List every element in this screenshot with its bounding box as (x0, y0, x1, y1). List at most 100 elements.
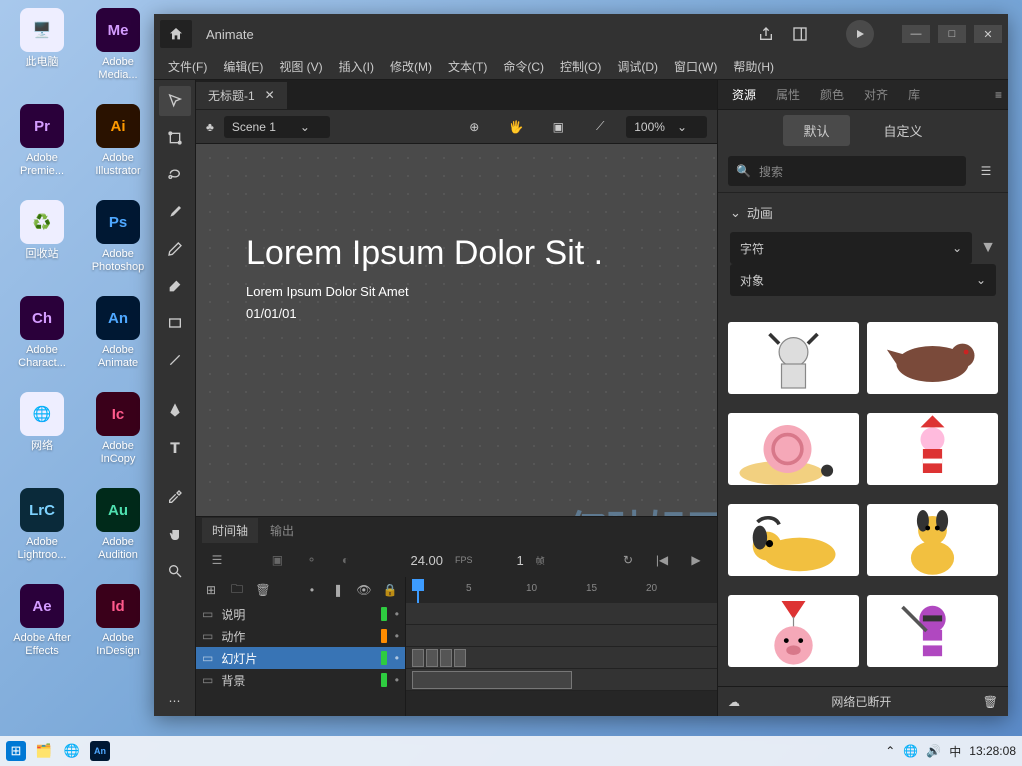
lasso-tool[interactable] (159, 160, 191, 190)
menu-item[interactable]: 命令(C) (497, 55, 550, 78)
camera-icon[interactable]: ▣ (266, 549, 288, 571)
maximize-button[interactable]: □ (938, 25, 966, 43)
desktop-icon[interactable]: AeAdobe After Effects (8, 584, 76, 672)
tab-properties[interactable]: 属性 (768, 82, 808, 107)
parent-icon[interactable]: ⚬ (300, 549, 322, 571)
delete-layer-button[interactable]: 🗑 (254, 581, 272, 599)
tab-assets[interactable]: 资源 (724, 82, 764, 107)
doc-tab-untitled[interactable]: 无标题-1 ✕ (196, 82, 287, 109)
clip-icon[interactable]: ▣ (542, 112, 574, 142)
folder-button[interactable]: 🗀 (228, 581, 246, 599)
track-row[interactable] (406, 603, 717, 625)
loop-icon[interactable]: ↻ (617, 549, 639, 571)
clock[interactable]: 13:28:08 (969, 744, 1016, 758)
add-layer-button[interactable]: ⊞ (202, 581, 220, 599)
zoom-tool[interactable] (159, 556, 191, 586)
center-stage-icon[interactable]: ⊕ (458, 112, 490, 142)
mode-custom-button[interactable]: 自定义 (864, 115, 943, 146)
menu-item[interactable]: 窗口(W) (668, 55, 723, 78)
desktop-icon[interactable]: AnAdobe Animate (84, 296, 152, 384)
playhead[interactable] (412, 579, 424, 599)
track-row[interactable] (406, 647, 717, 669)
asset-dog-sitting[interactable] (867, 504, 998, 576)
highlight-icon[interactable]: • (303, 581, 321, 599)
desktop-icon[interactable]: LrCAdobe Lightroo... (8, 488, 76, 576)
play-button[interactable] (846, 20, 874, 48)
close-button[interactable]: ✕ (974, 25, 1002, 43)
start-button[interactable]: ⊞ (6, 741, 26, 761)
desktop-icon[interactable]: AuAdobe Audition (84, 488, 152, 576)
tab-align[interactable]: 对齐 (856, 82, 896, 107)
tray-chevron-icon[interactable]: ⌃ (885, 744, 895, 758)
free-transform-tool[interactable] (159, 123, 191, 153)
scene-selector[interactable]: Scene 1 ⌄ (224, 116, 330, 138)
brush-tool[interactable] (159, 197, 191, 227)
desktop-icon[interactable]: AiAdobe Illustrator (84, 104, 152, 192)
tab-library[interactable]: 库 (900, 82, 928, 107)
menu-item[interactable]: 帮助(H) (727, 55, 780, 78)
onion-icon[interactable]: ◐ (334, 549, 356, 571)
ime-indicator[interactable]: 中 (949, 743, 961, 760)
minimize-button[interactable]: — (902, 25, 930, 43)
fps-value[interactable]: 24.00 (410, 553, 443, 568)
play-icon[interactable]: ▶ (685, 549, 707, 571)
rectangle-tool[interactable] (159, 308, 191, 338)
layer-row[interactable]: ▭说明• (196, 603, 405, 625)
network-icon[interactable]: 🌐 (903, 744, 918, 758)
menu-item[interactable]: 文本(T) (442, 55, 493, 78)
track-row[interactable] (406, 669, 717, 691)
layer-row[interactable]: ▭动作• (196, 625, 405, 647)
mode-default-button[interactable]: 默认 (783, 115, 849, 146)
panel-menu-icon[interactable]: ≡ (995, 88, 1002, 102)
asset-wolf[interactable] (867, 322, 998, 394)
asset-dog-lying[interactable] (728, 504, 859, 576)
eraser-tool[interactable] (159, 271, 191, 301)
desktop-icon[interactable]: MeAdobe Media... (84, 8, 152, 96)
desktop-icon[interactable]: 🖥️此电脑 (8, 8, 76, 96)
menu-item[interactable]: 文件(F) (162, 55, 213, 78)
zoom-selector[interactable]: 100% ⌄ (626, 116, 707, 138)
delete-icon[interactable]: 🗑 (983, 695, 998, 709)
lock-icon[interactable]: 🔒 (381, 581, 399, 599)
layer-row[interactable]: ▭幻灯片• (196, 647, 405, 669)
tab-output[interactable]: 输出 (260, 518, 304, 543)
asset-mummy[interactable] (728, 322, 859, 394)
tab-timeline[interactable]: 时间轴 (202, 518, 258, 543)
desktop-icon[interactable]: PsAdobe Photoshop (84, 200, 152, 288)
hand-tool[interactable] (159, 519, 191, 549)
menu-item[interactable]: 视图 (V) (273, 55, 328, 78)
menu-item[interactable]: 调试(D) (611, 55, 664, 78)
layer-row[interactable]: ▭背景• (196, 669, 405, 691)
layout-icon[interactable] (786, 20, 814, 48)
home-button[interactable] (160, 20, 192, 48)
asset-snail[interactable] (728, 413, 859, 485)
menu-item[interactable]: 控制(O) (554, 55, 607, 78)
frame-value[interactable]: 1 (517, 553, 524, 568)
desktop-icon[interactable]: 🌐网络 (8, 392, 76, 480)
dd-object[interactable]: 对象⌄ (730, 264, 996, 296)
desktop-icon[interactable]: PrAdobe Premie... (8, 104, 76, 192)
list-view-button[interactable]: ☰ (974, 159, 998, 183)
asset-pig[interactable] (728, 595, 859, 667)
outline-icon[interactable]: ❚ (329, 581, 347, 599)
menu-item[interactable]: 插入(I) (333, 55, 380, 78)
menu-item[interactable]: 编辑(E) (217, 55, 269, 78)
search-input[interactable]: 🔍 搜索 (728, 156, 966, 186)
menu-item[interactable]: 修改(M) (384, 55, 438, 78)
desktop-icon[interactable]: IcAdobe InCopy (84, 392, 152, 480)
pen-tool[interactable] (159, 395, 191, 425)
pencil-tool[interactable] (159, 234, 191, 264)
close-tab-icon[interactable]: ✕ (265, 88, 275, 102)
eyedrop-tool[interactable] (159, 482, 191, 512)
track-row[interactable] (406, 625, 717, 647)
filter-button[interactable]: ▼ (980, 239, 996, 257)
desktop-icon[interactable]: ChAdobe Charact... (8, 296, 76, 384)
selection-tool[interactable] (159, 86, 191, 116)
edge-icon[interactable]: 🌐 (62, 741, 82, 761)
rotate-icon[interactable]: 🖐 (500, 112, 532, 142)
more-tools[interactable]: ⋯ (159, 686, 191, 716)
dd-character[interactable]: 字符⌄ (730, 232, 972, 264)
asset-santa[interactable] (867, 413, 998, 485)
stage-canvas[interactable]: 亿破姐网站 Lorem Ipsum Dolor Sit . Lorem Ipsu… (196, 144, 717, 516)
animate-task-icon[interactable]: An (90, 741, 110, 761)
